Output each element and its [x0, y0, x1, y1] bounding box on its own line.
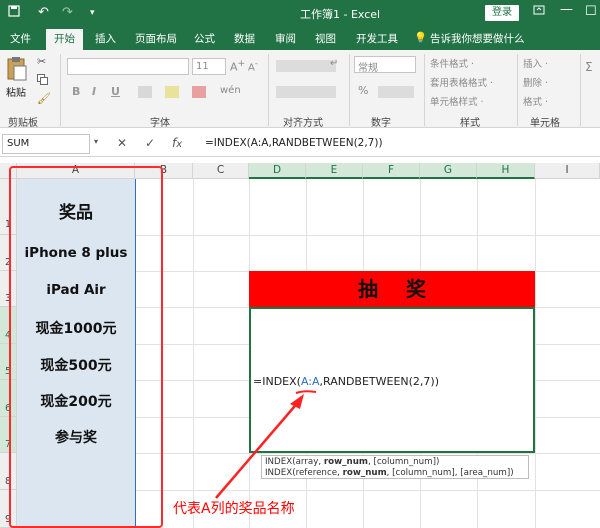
annotation-text: 代表A列的奖品名称	[173, 501, 295, 517]
annotation-arrow-icon	[215, 390, 317, 499]
